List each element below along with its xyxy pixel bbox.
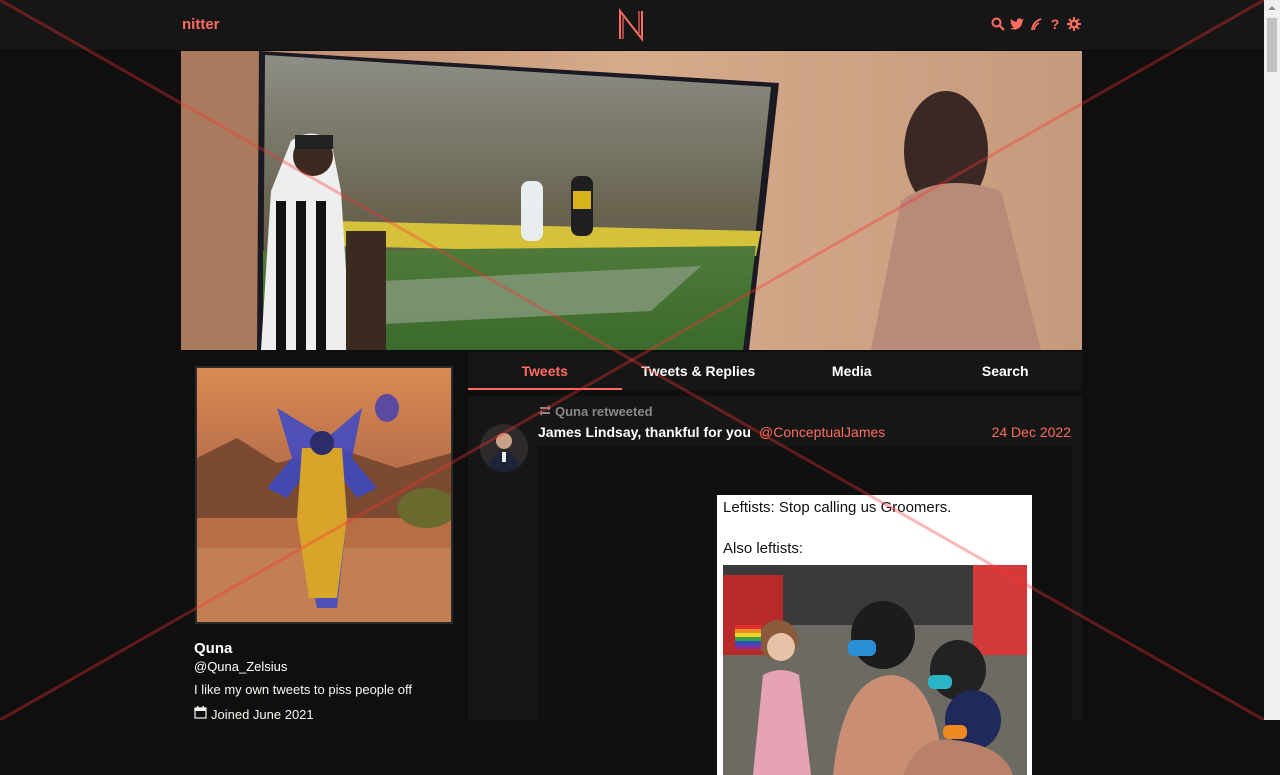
tweet-author-fullname[interactable]: James Lindsay, thankful for you <box>538 424 751 440</box>
meme-photo <box>723 565 1027 775</box>
tweet-author-avatar[interactable] <box>480 424 528 472</box>
nitter-logo-icon[interactable] <box>617 8 645 42</box>
joined-label: Joined June 2021 <box>211 706 314 722</box>
profile-username[interactable]: @Quna_Zelsius <box>194 659 287 674</box>
profile-fullname[interactable]: Quna <box>194 640 232 657</box>
nitter-home-link[interactable]: nitter <box>182 16 220 33</box>
help-icon[interactable]: ? <box>1048 16 1062 32</box>
rss-icon[interactable] <box>1029 16 1043 32</box>
profile-card: Quna @Quna_Zelsius I like my own tweets … <box>181 352 461 722</box>
retweet-label: Quna retweeted <box>555 404 653 419</box>
scroll-up-arrow-icon[interactable] <box>1264 0 1280 16</box>
meme-caption-line1: Leftists: Stop calling us Groomers. <box>723 499 952 516</box>
search-icon[interactable] <box>991 16 1005 32</box>
tab-search[interactable]: Search <box>929 352 1083 390</box>
meme-image[interactable]: Leftists: Stop calling us Groomers. Also… <box>717 495 1032 775</box>
profile-bio: I like my own tweets to piss people off <box>194 682 412 697</box>
page-scrollbar[interactable] <box>1264 0 1280 720</box>
tweet-date[interactable]: 24 Dec 2022 <box>992 424 1071 440</box>
retweet-header: Quna retweeted <box>538 404 653 419</box>
tab-media[interactable]: Media <box>775 352 929 390</box>
navbar: nitter ? <box>0 0 1264 51</box>
nav-icons: ? <box>991 16 1081 32</box>
tab-tweets[interactable]: Tweets <box>468 352 622 390</box>
tab-tweets-and-replies[interactable]: Tweets & Replies <box>622 352 776 390</box>
tweet-attachment[interactable]: Leftists: Stop calling us Groomers. Also… <box>538 446 1072 775</box>
profile-avatar[interactable] <box>195 366 453 624</box>
settings-gear-icon[interactable] <box>1067 16 1081 32</box>
tweet-author-username[interactable]: @ConceptualJames <box>759 424 885 440</box>
scrollbar-thumb[interactable] <box>1267 18 1277 72</box>
retweet-icon <box>538 404 552 419</box>
tweet-item[interactable]: Quna retweeted James Lindsay, thankful f… <box>468 396 1082 775</box>
twitter-bird-icon[interactable] <box>1010 16 1024 32</box>
timeline: Tweets Tweets & Replies Media Search Qun… <box>468 352 1082 775</box>
profile-tabs: Tweets Tweets & Replies Media Search <box>468 352 1082 390</box>
meme-caption-line2: Also leftists: <box>723 540 804 557</box>
profile-banner-image[interactable] <box>181 51 1082 350</box>
